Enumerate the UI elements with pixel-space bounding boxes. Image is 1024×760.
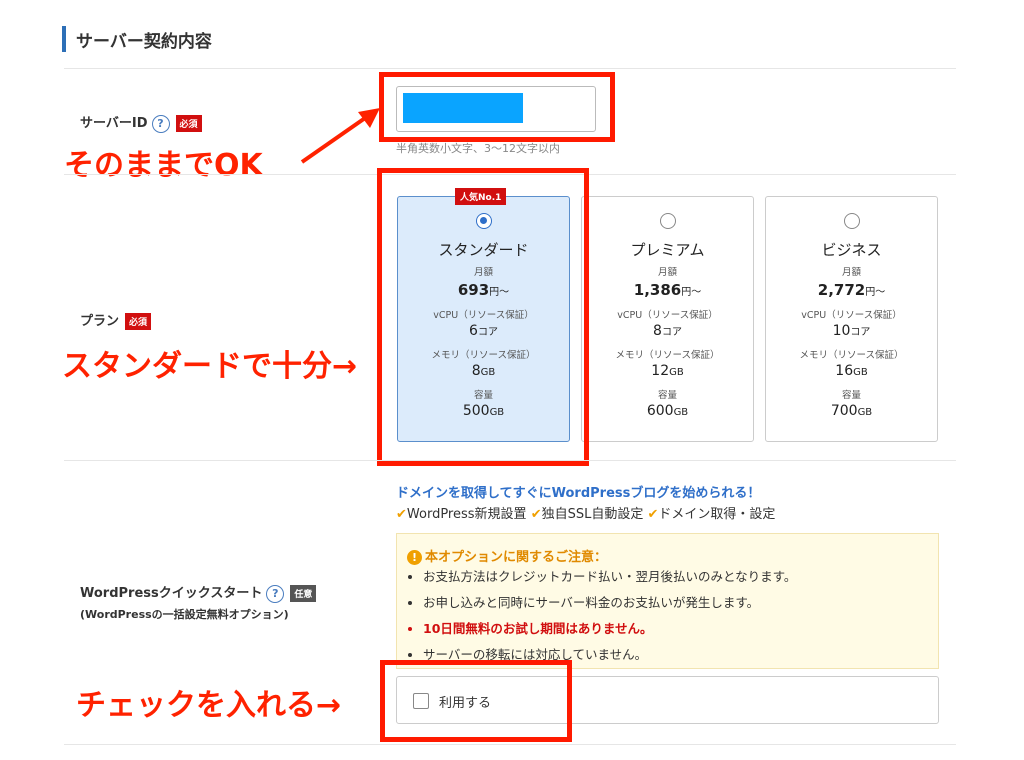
required-badge: 必須 [125, 313, 152, 330]
cpu-label: vCPU（リソース保証） [801, 310, 902, 321]
feature-item: 独自SSL自動設定 [541, 507, 644, 522]
plan-card-business[interactable]: ビジネス 月額 2,772円〜 vCPU（リソース保証） 10コア メモリ（リソ… [765, 196, 938, 442]
plan-memory: 16GB [835, 363, 868, 379]
plan-price: 1,386円〜 [633, 281, 702, 299]
plan-label: プラン [80, 314, 120, 329]
notice-item: お申し込みと同時にサーバー料金のお支払いが発生します。 [423, 592, 796, 611]
notice-item-warning: 10日間無料のお試し期間はありません。 [423, 618, 796, 637]
storage-label: 容量 [841, 390, 861, 401]
cpu-label: vCPU（リソース保証） [617, 310, 718, 321]
help-icon[interactable]: ? [266, 584, 285, 603]
notice-list: お支払方法はクレジットカード払い・翌月後払いのみとなります。 お申し込みと同時に… [407, 566, 796, 670]
plan-storage: 600GB [646, 403, 689, 419]
wp-headline: ドメインを取得してすぐにWordPressブログを始められる！ [396, 486, 761, 501]
plan-storage: 700GB [830, 403, 873, 419]
divider [64, 744, 956, 745]
annotation-server-id: そのままでOK [64, 148, 263, 183]
check-icon: ✔ [530, 507, 542, 522]
plan-cpu: 10コア [832, 323, 871, 339]
annotation-frame-server-id [379, 72, 615, 142]
feature-item: WordPress新規設置 [406, 507, 527, 522]
section-accent-bar [62, 26, 66, 52]
optional-badge: 任意 [290, 585, 317, 602]
required-badge: 必須 [175, 115, 202, 132]
server-id-hint: 半角英数小文字、3〜12文字以内 [396, 142, 560, 155]
plan-name: プレミアム [630, 241, 705, 259]
divider [64, 460, 956, 461]
notice-item: お支払方法はクレジットカード払い・翌月後払いのみとなります。 [423, 566, 796, 585]
wp-features: ✔WordPress新規設置 ✔独自SSL自動設定 ✔ドメイン取得・設定 [396, 503, 775, 522]
radio-icon[interactable] [659, 213, 676, 229]
annotation-plan: スタンダードで十分→ [62, 349, 358, 384]
memory-label: メモリ（リソース保証） [615, 350, 720, 361]
annotation-arrow-icon [300, 108, 380, 164]
annotation-wp: チェックを入れる→ [76, 688, 342, 723]
monthly-label: 月額 [841, 267, 861, 278]
warning-icon: ! [407, 550, 422, 565]
wp-label-group: WordPressクイックスタート? 任意 [80, 582, 317, 603]
radio-icon[interactable] [843, 213, 860, 229]
plan-name: ビジネス [821, 241, 882, 259]
plan-memory: 12GB [651, 363, 684, 379]
plan-card-premium[interactable]: プレミアム 月額 1,386円〜 vCPU（リソース保証） 8コア メモリ（リソ… [581, 196, 754, 442]
server-id-label: サーバーID [80, 116, 148, 131]
annotation-frame-plan [377, 168, 589, 466]
storage-label: 容量 [657, 390, 677, 401]
plan-price: 2,772円〜 [817, 281, 886, 299]
check-icon: ✔ [647, 507, 659, 522]
check-icon: ✔ [396, 507, 407, 522]
memory-label: メモリ（リソース保証） [799, 350, 904, 361]
plan-label-group: プラン 必須 [80, 310, 152, 330]
wp-sublabel: (WordPressの一括設定無料オプション) [80, 608, 289, 621]
notice-box: !本オプションに関するご注意： お支払方法はクレジットカード払い・翌月後払いのみ… [396, 533, 939, 669]
feature-item: ドメイン取得・設定 [658, 507, 776, 522]
section-title: サーバー契約内容 [76, 32, 212, 52]
divider [64, 68, 956, 69]
annotation-frame-wp [380, 660, 572, 742]
notice-title: ! 本オプションに関するご注意： [407, 546, 607, 565]
help-icon[interactable]: ? [151, 114, 170, 133]
monthly-label: 月額 [657, 267, 677, 278]
server-id-label-group: サーバーID? 必須 [80, 112, 202, 133]
wp-label: WordPressクイックスタート [80, 586, 263, 601]
plan-cpu: 8コア [653, 323, 682, 339]
